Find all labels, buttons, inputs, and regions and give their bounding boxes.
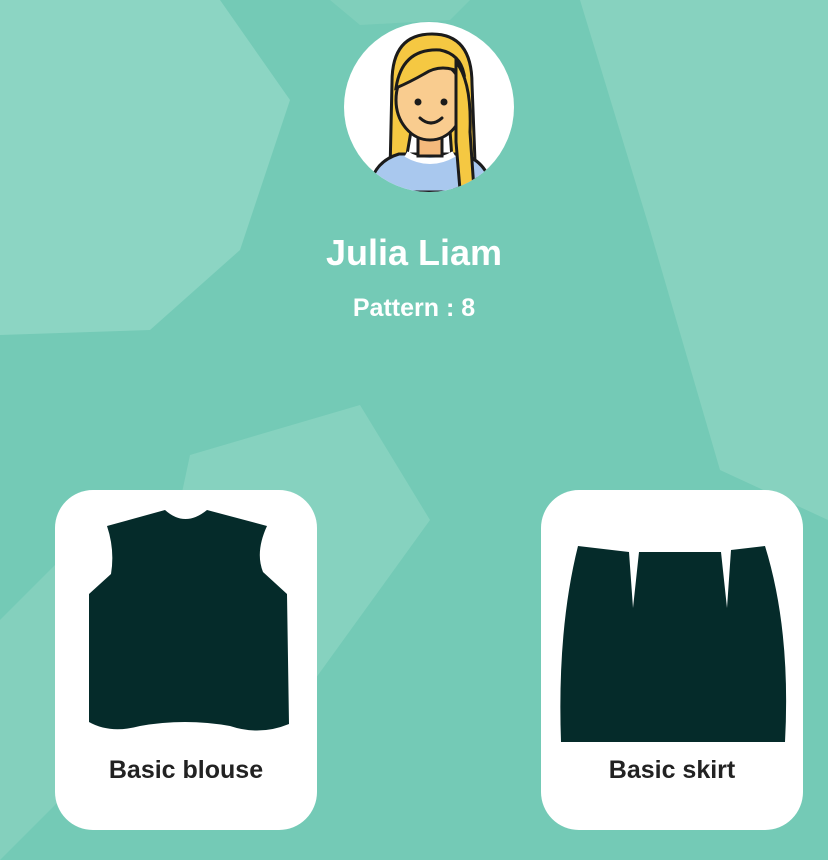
basic-skirt-label: Basic skirt [608,756,736,784]
basic-skirt-card[interactable]: Basic skirt [541,490,803,830]
woman-avatar-icon [367,32,494,192]
blouse-pattern-icon [89,510,289,731]
user-name: Julia Liam [325,232,503,273]
user-avatar[interactable] [344,22,514,192]
basic-blouse-card[interactable]: Basic blouse [55,490,317,830]
skirt-pattern-icon [560,546,787,742]
basic-blouse-label: Basic blouse [108,756,264,784]
pattern-count: Pattern : 8 [352,294,476,322]
